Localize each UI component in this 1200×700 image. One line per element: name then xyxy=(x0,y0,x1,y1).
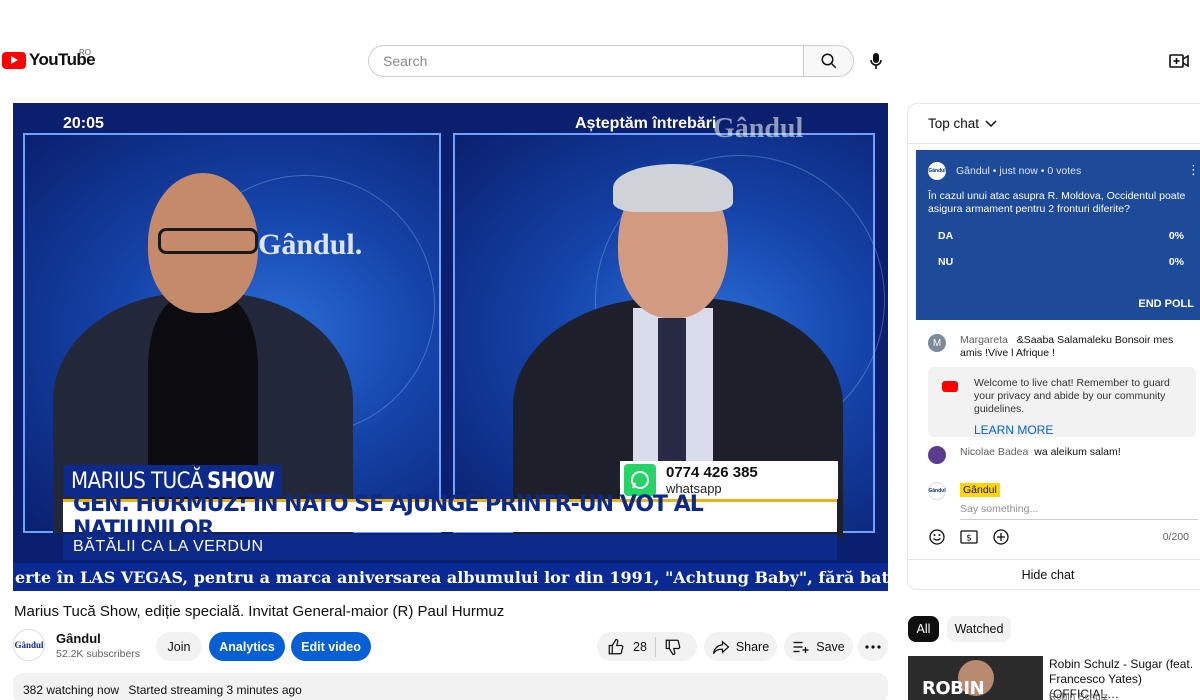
hide-chat-button[interactable]: Hide chat xyxy=(908,559,1200,589)
region-code: RO xyxy=(79,48,91,57)
whatsapp-number: 0774 426 385 xyxy=(666,463,758,481)
chip-all[interactable]: All xyxy=(908,616,939,642)
chevron-down-icon xyxy=(985,119,997,127)
message-text: wa aleikum salam! xyxy=(1034,446,1121,458)
end-poll-button[interactable]: END POLL xyxy=(1138,298,1194,310)
poll-meta: Gândul Gândul • just now • 0 votes xyxy=(928,162,1194,180)
poll-menu-icon[interactable]: ⋮ xyxy=(1187,162,1200,178)
save-playlist-icon xyxy=(793,641,809,653)
mic-icon xyxy=(870,53,882,69)
youtube-logo[interactable]: YouTube RO xyxy=(2,48,96,70)
video-title: Marius Tucă Show, ediție specială. Invit… xyxy=(14,603,505,620)
emoji-button[interactable] xyxy=(928,528,946,546)
description-box[interactable]: 382 watching now Started streaming 3 min… xyxy=(13,673,888,700)
channel-name[interactable]: Gândul xyxy=(56,631,101,646)
search-placeholder: Search xyxy=(383,53,428,69)
top-bar: YouTube RO Search xyxy=(0,0,1200,100)
share-button[interactable]: Share xyxy=(704,632,777,661)
emoji-icon xyxy=(929,529,945,545)
recommended-channel[interactable]: Robin Schulz xyxy=(1049,692,1108,700)
add-button[interactable] xyxy=(992,528,1010,546)
poll-option-percent: 0% xyxy=(1168,230,1184,242)
plus-circle-icon xyxy=(993,529,1009,545)
poll-option-label: DA xyxy=(938,230,954,242)
show-name-light: MARIUS TUCĂ xyxy=(71,468,203,494)
voice-search-button[interactable] xyxy=(866,51,886,71)
youtube-play-icon xyxy=(2,51,26,69)
thumbnail-text: ROBIN SCHULZ xyxy=(922,678,1000,700)
like-count: 28 xyxy=(633,639,647,654)
subscriber-count: 52.2K subscribers xyxy=(56,648,141,660)
poll-option-label: NU xyxy=(938,256,954,268)
poll-option-percent: 0% xyxy=(1168,256,1184,268)
thumbs-up-icon xyxy=(608,638,624,654)
edit-video-button[interactable]: Edit video xyxy=(291,632,371,661)
recommended-thumbnail[interactable]: ROBIN SCHULZ xyxy=(908,656,1043,700)
super-chat-button[interactable]: $ xyxy=(960,528,978,546)
show-name-bold: SHOW xyxy=(206,468,275,494)
poll-option[interactable]: DA 0% xyxy=(928,230,1194,242)
live-chat: Top chat Gândul Gândul • just now • 0 vo… xyxy=(907,103,1200,590)
join-button[interactable]: Join xyxy=(156,632,202,661)
like-button[interactable]: 28 xyxy=(597,638,647,656)
search-button[interactable] xyxy=(803,45,854,77)
share-label: Share xyxy=(735,639,770,654)
composer-avatar: Gândul xyxy=(928,482,946,500)
chat-input[interactable]: Say something... xyxy=(960,503,1198,520)
message-author[interactable]: Nicolae Badea xyxy=(960,446,1028,464)
chat-mode-label: Top chat xyxy=(928,116,980,131)
learn-more-link[interactable]: LEARN MORE xyxy=(974,424,1186,437)
money-icon: $ xyxy=(960,530,978,544)
search-input[interactable]: Search xyxy=(368,45,804,77)
channel-avatar[interactable]: Gândul xyxy=(13,629,45,661)
chat-welcome-notice: Welcome to live chat! Remember to guard … xyxy=(928,367,1196,437)
broadcast-caption: Așteptăm întrebări xyxy=(575,115,717,132)
more-actions-button[interactable] xyxy=(858,632,888,661)
more-horizontal-icon xyxy=(865,644,881,649)
chat-message: Nicolae Badea wa aleikum salam! xyxy=(928,446,1121,464)
video-player[interactable]: 20:05 Așteptăm întrebări Gândul Gândul. … xyxy=(13,103,888,591)
chat-poll: Gândul Gândul • just now • 0 votes ⋮ În … xyxy=(916,150,1200,320)
thumbs-down-icon xyxy=(665,639,681,655)
chat-mode-selector[interactable]: Top chat xyxy=(908,104,1200,144)
welcome-text: Welcome to live chat! Remember to guard … xyxy=(974,377,1170,415)
create-video-icon xyxy=(1169,54,1189,68)
chip-watched[interactable]: Watched xyxy=(947,616,1011,642)
share-icon xyxy=(712,639,730,654)
poll-question: În cazul unui atac asupra R. Moldova, Oc… xyxy=(928,190,1186,215)
channel-watermark: Gândul xyxy=(713,113,804,144)
char-counter: 0/200 xyxy=(1162,531,1189,543)
studio-logo: Gândul. xyxy=(258,228,363,261)
chat-toolbar: $ 0/200 xyxy=(928,528,1200,546)
save-button[interactable]: Save xyxy=(784,632,853,661)
subline-bar: BĂTĂLII CA LA VERDUN xyxy=(63,534,837,560)
chat-message: M Margareta &Saaba Salamaleku Bonsoir me… xyxy=(928,334,1196,360)
watching-count: 382 watching now xyxy=(23,683,120,697)
create-button[interactable] xyxy=(1168,51,1190,71)
user-avatar xyxy=(928,446,946,464)
like-dislike-group: 28 xyxy=(597,632,697,661)
broadcast-clock: 20:05 xyxy=(63,115,104,132)
analytics-button[interactable]: Analytics xyxy=(209,632,285,661)
headline-bar: GEN. HURMUZ: ÎN NATO SE AJUNGE PRINTR-UN… xyxy=(63,492,837,542)
stream-started: Started streaming 3 minutes ago xyxy=(128,683,302,697)
poll-author-avatar: Gândul xyxy=(928,162,946,180)
dislike-button[interactable] xyxy=(664,638,682,656)
news-ticker: erte în LAS VEGAS, pentru a marca aniver… xyxy=(13,563,888,591)
search-icon xyxy=(821,53,836,69)
message-author[interactable]: Margareta xyxy=(960,334,1008,346)
youtube-icon xyxy=(942,381,958,392)
save-label: Save xyxy=(816,639,845,654)
svg-text:$: $ xyxy=(966,534,972,544)
poll-option[interactable]: NU 0% xyxy=(928,256,1194,268)
composer-author-tag: Gândul xyxy=(960,483,1000,497)
poll-meta-text: Gândul • just now • 0 votes xyxy=(956,165,1082,177)
user-avatar: M xyxy=(928,334,946,352)
like-divider xyxy=(654,636,656,657)
